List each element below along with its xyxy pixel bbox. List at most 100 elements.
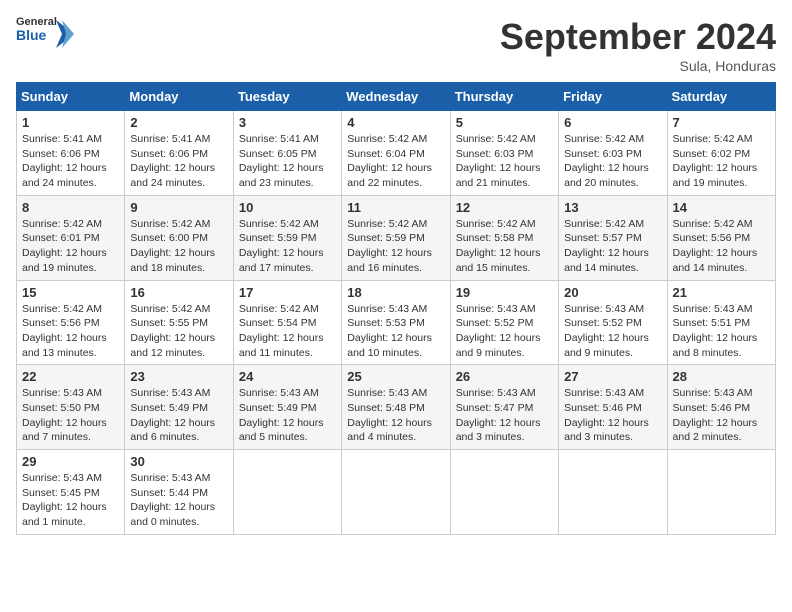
logo: General Blue	[16, 16, 74, 52]
calendar-table: SundayMondayTuesdayWednesdayThursdayFrid…	[16, 82, 776, 535]
calendar-cell	[559, 450, 667, 535]
calendar-cell: 13 Sunrise: 5:42 AM Sunset: 5:57 PM Dayli…	[559, 195, 667, 280]
day-number: 2	[130, 115, 227, 130]
day-info: Sunrise: 5:42 AM Sunset: 5:59 PM Dayligh…	[347, 217, 444, 276]
day-number: 22	[22, 369, 119, 384]
calendar-cell: 15Sunrise: 5:42 AM Sunset: 5:56 PM Dayli…	[17, 280, 125, 365]
day-info: Sunrise: 5:42 AM Sunset: 6:04 PM Dayligh…	[347, 132, 444, 191]
day-info: Sunrise: 5:42 AM Sunset: 5:57 PM Dayligh…	[564, 217, 661, 276]
day-info: Sunrise: 5:43 AM Sunset: 5:47 PM Dayligh…	[456, 386, 553, 445]
subtitle: Sula, Honduras	[500, 58, 776, 74]
day-info: Sunrise: 5:43 AM Sunset: 5:52 PM Dayligh…	[564, 302, 661, 361]
day-number: 27	[564, 369, 661, 384]
calendar-cell: 27 Sunrise: 5:43 AM Sunset: 5:46 PM Dayli…	[559, 365, 667, 450]
calendar-week-row: 22 Sunrise: 5:43 AM Sunset: 5:50 PM Dayli…	[17, 365, 776, 450]
day-number: 4	[347, 115, 444, 130]
header: General Blue September 2024 Sula, Hondur…	[16, 16, 776, 74]
day-number: 19	[456, 285, 553, 300]
day-info: Sunrise: 5:43 AM Sunset: 5:49 PM Dayligh…	[239, 386, 336, 445]
calendar-week-row: 15Sunrise: 5:42 AM Sunset: 5:56 PM Dayli…	[17, 280, 776, 365]
weekday-header-thursday: Thursday	[450, 83, 558, 111]
day-number: 14	[673, 200, 770, 215]
calendar-cell	[233, 450, 341, 535]
calendar-cell: 28 Sunrise: 5:43 AM Sunset: 5:46 PM Dayli…	[667, 365, 775, 450]
day-number: 13	[564, 200, 661, 215]
calendar-cell: 30 Sunrise: 5:43 AM Sunset: 5:44 PM Dayli…	[125, 450, 233, 535]
day-info: Sunrise: 5:43 AM Sunset: 5:51 PM Dayligh…	[673, 302, 770, 361]
calendar-cell: 25Sunrise: 5:43 AM Sunset: 5:48 PM Dayli…	[342, 365, 450, 450]
logo-chevron-icon	[56, 20, 74, 48]
weekday-header-tuesday: Tuesday	[233, 83, 341, 111]
weekday-header-saturday: Saturday	[667, 83, 775, 111]
day-number: 10	[239, 200, 336, 215]
day-number: 7	[673, 115, 770, 130]
calendar-cell: 7 Sunrise: 5:42 AM Sunset: 6:02 PM Daylig…	[667, 111, 775, 196]
day-info: Sunrise: 5:43 AM Sunset: 5:46 PM Dayligh…	[564, 386, 661, 445]
calendar-cell: 1Sunrise: 5:41 AM Sunset: 6:06 PM Daylig…	[17, 111, 125, 196]
day-number: 29	[22, 454, 119, 469]
day-info: Sunrise: 5:42 AM Sunset: 5:55 PM Dayligh…	[130, 302, 227, 361]
day-info: Sunrise: 5:42 AM Sunset: 5:56 PM Dayligh…	[673, 217, 770, 276]
calendar-cell	[667, 450, 775, 535]
title-area: September 2024 Sula, Honduras	[500, 16, 776, 74]
day-number: 18	[347, 285, 444, 300]
day-number: 28	[673, 369, 770, 384]
calendar-week-row: 29 Sunrise: 5:43 AM Sunset: 5:45 PM Dayli…	[17, 450, 776, 535]
day-info: Sunrise: 5:43 AM Sunset: 5:50 PM Dayligh…	[22, 386, 119, 445]
calendar-cell: 14 Sunrise: 5:42 AM Sunset: 5:56 PM Dayli…	[667, 195, 775, 280]
day-number: 5	[456, 115, 553, 130]
calendar-cell: 23 Sunrise: 5:43 AM Sunset: 5:49 PM Dayli…	[125, 365, 233, 450]
day-number: 3	[239, 115, 336, 130]
day-number: 1	[22, 115, 119, 130]
calendar-cell: 5 Sunrise: 5:42 AM Sunset: 6:03 PM Daylig…	[450, 111, 558, 196]
calendar-cell: 19 Sunrise: 5:43 AM Sunset: 5:52 PM Dayli…	[450, 280, 558, 365]
weekday-header-monday: Monday	[125, 83, 233, 111]
weekday-header-wednesday: Wednesday	[342, 83, 450, 111]
day-number: 30	[130, 454, 227, 469]
calendar-cell: 6 Sunrise: 5:42 AM Sunset: 6:03 PM Daylig…	[559, 111, 667, 196]
calendar-cell	[450, 450, 558, 535]
day-number: 12	[456, 200, 553, 215]
day-number: 26	[456, 369, 553, 384]
day-info: Sunrise: 5:43 AM Sunset: 5:52 PM Dayligh…	[456, 302, 553, 361]
calendar-header-row: SundayMondayTuesdayWednesdayThursdayFrid…	[17, 83, 776, 111]
day-number: 6	[564, 115, 661, 130]
calendar-cell: 2Sunrise: 5:41 AM Sunset: 6:06 PM Daylig…	[125, 111, 233, 196]
day-info: Sunrise: 5:43 AM Sunset: 5:53 PM Dayligh…	[347, 302, 444, 361]
day-number: 9	[130, 200, 227, 215]
calendar-cell: 16Sunrise: 5:42 AM Sunset: 5:55 PM Dayli…	[125, 280, 233, 365]
calendar-cell: 11 Sunrise: 5:42 AM Sunset: 5:59 PM Dayli…	[342, 195, 450, 280]
month-title: September 2024	[500, 16, 776, 58]
day-number: 17	[239, 285, 336, 300]
day-info: Sunrise: 5:42 AM Sunset: 5:56 PM Dayligh…	[22, 302, 119, 361]
day-info: Sunrise: 5:42 AM Sunset: 6:03 PM Dayligh…	[564, 132, 661, 191]
weekday-header-sunday: Sunday	[17, 83, 125, 111]
day-info: Sunrise: 5:42 AM Sunset: 6:01 PM Dayligh…	[22, 217, 119, 276]
calendar-cell: 22 Sunrise: 5:43 AM Sunset: 5:50 PM Dayli…	[17, 365, 125, 450]
day-info: Sunrise: 5:43 AM Sunset: 5:49 PM Dayligh…	[130, 386, 227, 445]
calendar-cell: 3 Sunrise: 5:41 AM Sunset: 6:05 PM Daylig…	[233, 111, 341, 196]
day-info: Sunrise: 5:42 AM Sunset: 6:03 PM Dayligh…	[456, 132, 553, 191]
day-info: Sunrise: 5:43 AM Sunset: 5:46 PM Dayligh…	[673, 386, 770, 445]
day-info: Sunrise: 5:43 AM Sunset: 5:45 PM Dayligh…	[22, 471, 119, 530]
calendar-week-row: 1Sunrise: 5:41 AM Sunset: 6:06 PM Daylig…	[17, 111, 776, 196]
calendar-cell: 8Sunrise: 5:42 AM Sunset: 6:01 PM Daylig…	[17, 195, 125, 280]
day-info: Sunrise: 5:42 AM Sunset: 5:58 PM Dayligh…	[456, 217, 553, 276]
day-number: 25	[347, 369, 444, 384]
calendar-cell: 4 Sunrise: 5:42 AM Sunset: 6:04 PM Daylig…	[342, 111, 450, 196]
day-info: Sunrise: 5:43 AM Sunset: 5:44 PM Dayligh…	[130, 471, 227, 530]
day-info: Sunrise: 5:42 AM Sunset: 5:54 PM Dayligh…	[239, 302, 336, 361]
calendar-cell: 20 Sunrise: 5:43 AM Sunset: 5:52 PM Dayli…	[559, 280, 667, 365]
day-number: 24	[239, 369, 336, 384]
calendar-cell: 29 Sunrise: 5:43 AM Sunset: 5:45 PM Dayli…	[17, 450, 125, 535]
day-info: Sunrise: 5:42 AM Sunset: 5:59 PM Dayligh…	[239, 217, 336, 276]
day-info: Sunrise: 5:42 AM Sunset: 6:00 PM Dayligh…	[130, 217, 227, 276]
calendar-cell: 24 Sunrise: 5:43 AM Sunset: 5:49 PM Dayli…	[233, 365, 341, 450]
day-info: Sunrise: 5:41 AM Sunset: 6:05 PM Dayligh…	[239, 132, 336, 191]
day-number: 20	[564, 285, 661, 300]
day-number: 23	[130, 369, 227, 384]
calendar-cell	[342, 450, 450, 535]
day-info: Sunrise: 5:42 AM Sunset: 6:02 PM Dayligh…	[673, 132, 770, 191]
day-number: 11	[347, 200, 444, 215]
calendar-cell: 18 Sunrise: 5:43 AM Sunset: 5:53 PM Dayli…	[342, 280, 450, 365]
